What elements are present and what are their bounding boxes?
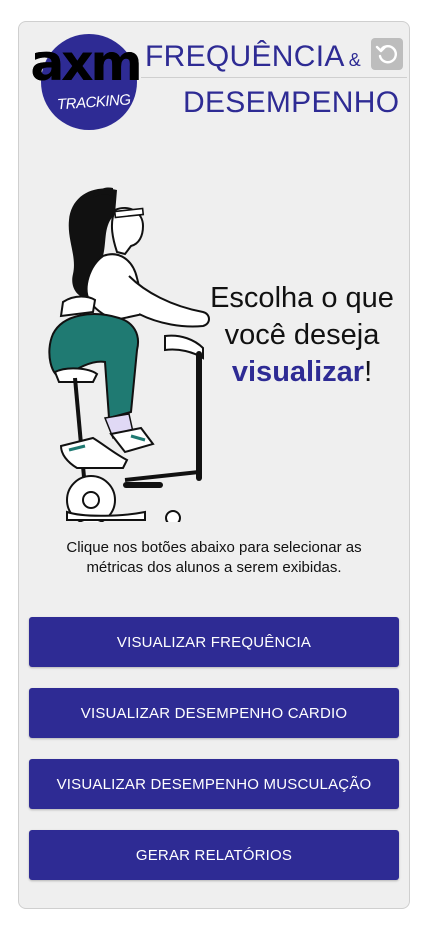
title-divider xyxy=(141,77,407,78)
instructions-text: Clique nos botões abaixo para selecionar… xyxy=(66,539,362,576)
view-cardio-button[interactable]: VISUALIZAR DESEMPENHO CARDIO xyxy=(29,688,399,738)
headline-text: Escolha o que você deseja xyxy=(210,282,394,351)
page-title-line1: FREQUÊNCIA & xyxy=(145,40,361,74)
reset-icon xyxy=(375,45,397,64)
view-muscle-button[interactable]: VISUALIZAR DESEMPENHO MUSCULAÇÃO xyxy=(29,759,399,809)
title-frequencia: FREQUÊNCIA xyxy=(145,40,345,73)
title-ampersand: & xyxy=(348,50,361,70)
hero-headline: Escolha o que você deseja visualizar! xyxy=(197,280,407,391)
logo-text: axm xyxy=(30,34,142,92)
headline-exclamation: ! xyxy=(364,356,373,388)
reset-button[interactable] xyxy=(371,38,403,70)
app-logo: axm TRACKING xyxy=(27,34,143,134)
main-card: axm TRACKING FREQUÊNCIA & DESEMPENHO Esc… xyxy=(18,21,410,909)
view-frequency-button[interactable]: VISUALIZAR FREQUÊNCIA xyxy=(29,617,399,667)
page-title-line2: DESEMPENHO xyxy=(183,86,400,119)
generate-reports-button[interactable]: GERAR RELATÓRIOS xyxy=(29,830,399,880)
headline-emphasis: visualizar xyxy=(231,356,365,388)
